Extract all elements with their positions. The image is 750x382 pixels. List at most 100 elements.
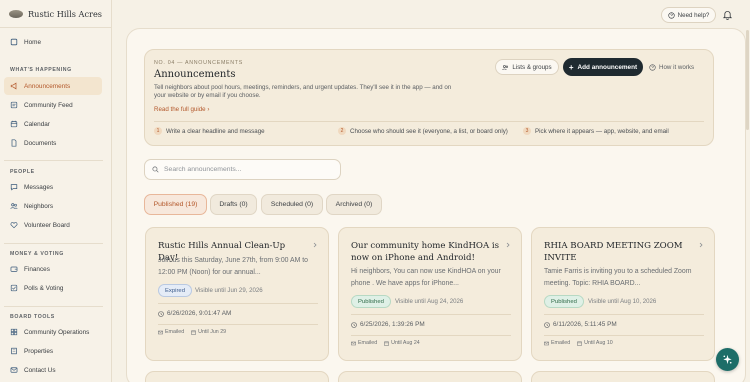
home-icon (10, 38, 18, 46)
lists-groups-button[interactable]: Lists & groups (495, 59, 559, 75)
post-date-text: 6/26/2026, 9:01:47 AM (167, 310, 232, 317)
announcement-card[interactable] (531, 371, 715, 382)
step-text: Write a clear headline and message (166, 127, 265, 135)
divider (4, 160, 103, 161)
sidebar-item-label: Contact Us (24, 366, 56, 374)
page-description: Tell neighbors about pool hours, meeting… (154, 84, 452, 100)
sidebar-item-community-operations[interactable]: Community Operations (4, 323, 102, 341)
divider (544, 335, 704, 336)
chevron-right-icon: › (207, 106, 210, 113)
scrollbar[interactable] (746, 30, 749, 130)
sidebar-item-label: Properties (24, 347, 54, 355)
sidebar-item-label: Calendar (24, 120, 50, 128)
users-icon (502, 64, 509, 70)
divider (4, 306, 103, 307)
announcement-card[interactable]: Our community home KindHOA is now on iPh… (338, 227, 522, 361)
sidebar-item-label: Home (24, 38, 42, 46)
house-logo-icon (9, 9, 23, 18)
sidebar-item-label: Finances (24, 265, 50, 273)
add-announcement-label: Add announcement (577, 63, 638, 71)
step-text: Choose who should see it (everyone, a li… (350, 127, 508, 135)
sidebar-item-label: Community Feed (24, 101, 73, 109)
sidebar-item-label: Messages (24, 183, 54, 191)
tab-drafts[interactable]: Drafts (0) (210, 194, 257, 215)
announcement-card[interactable] (338, 371, 522, 382)
status-badge: Published (351, 295, 391, 308)
tab-archived[interactable]: Archived (0) (326, 194, 382, 215)
post-date: 6/25/2026, 1:39:26 PM (351, 321, 425, 328)
divider (351, 335, 511, 336)
divider (351, 314, 511, 315)
sidebar-item-neighbors[interactable]: Neighbors (4, 197, 102, 215)
tab-published[interactable]: Published (19) (144, 194, 207, 215)
sidebar-item-volunteer-board[interactable]: Volunteer Board (4, 216, 102, 234)
sidebar-item-label: Volunteer Board (24, 221, 70, 229)
announcement-title: Our community home KindHOA is now on iPh… (351, 241, 500, 263)
divider (158, 324, 318, 325)
lists-groups-label: Lists & groups (512, 63, 552, 71)
sidebar-item-contact-us[interactable]: Contact Us (4, 361, 102, 379)
divider (544, 314, 704, 315)
calendar-icon (191, 330, 196, 335)
announcement-card[interactable] (145, 371, 329, 382)
building-icon (10, 347, 18, 355)
search-input[interactable] (164, 166, 334, 173)
status-badge: Published (544, 295, 584, 308)
help-circle-icon (668, 11, 675, 19)
mail-icon (351, 341, 356, 345)
sidebar-item-announcements[interactable]: Announcements (4, 77, 102, 95)
sidebar-item-messages[interactable]: Messages (4, 178, 102, 196)
until-label: Until Aug 10 (584, 340, 613, 346)
chat-icon (10, 183, 18, 191)
section-eyebrow: NO. 04 — ANNOUNCEMENTS (154, 60, 243, 66)
until-label: Until Aug 24 (391, 340, 420, 346)
emailed-label: Emailed (551, 340, 571, 346)
delivery-meta: Emailed Until Aug 24 (351, 340, 420, 346)
divider (158, 303, 318, 304)
post-date: 6/11/2026, 5:11:45 PM (544, 321, 617, 328)
emailed-label: Emailed (165, 329, 185, 335)
calendar-icon (577, 341, 582, 346)
brand-name: Rustic Hills Acres (28, 8, 102, 19)
sidebar-item-finances[interactable]: Finances (4, 260, 102, 278)
assistant-button[interactable] (716, 348, 739, 371)
sidebar-item-community-feed[interactable]: Community Feed (4, 96, 102, 114)
clock-icon (158, 310, 164, 317)
sparkle-icon (723, 354, 732, 365)
wallet-icon (10, 265, 18, 273)
megaphone-icon (10, 82, 18, 90)
need-help-button[interactable]: Need help? (661, 7, 716, 23)
step-3: 3 Pick where it appears — app, website, … (523, 127, 669, 135)
section-heading-people: PEOPLE (10, 169, 35, 175)
tab-scheduled[interactable]: Scheduled (0) (261, 194, 323, 215)
how-it-works-button[interactable]: How it works (649, 59, 703, 75)
mail-icon (10, 366, 18, 374)
sidebar-item-documents[interactable]: Documents (4, 134, 102, 152)
section-heading-happening: WHAT'S HAPPENING (10, 67, 72, 73)
chevron-right-icon (699, 242, 703, 248)
mail-icon (544, 341, 549, 345)
sidebar-item-home[interactable]: Home (4, 33, 102, 51)
mail-icon (158, 330, 163, 334)
help-circle-icon (649, 63, 656, 71)
bell-icon[interactable] (723, 10, 732, 20)
read-guide-label: Read the full guide (154, 106, 206, 113)
grid-icon (10, 328, 18, 336)
sidebar-item-properties[interactable]: Properties (4, 342, 102, 360)
plus-icon: + (568, 62, 574, 72)
clock-icon (351, 321, 357, 328)
announcement-card[interactable]: RHIA BOARD MEETING ZOOM INVITE Tamie Far… (531, 227, 715, 361)
read-guide-link[interactable]: Read the full guide › (154, 106, 209, 113)
announcement-excerpt: Join us this Saturday, June 27th, from 9… (158, 257, 309, 276)
search-box[interactable] (144, 159, 341, 180)
announcement-card[interactable]: Rustic Hills Annual Clean-Up Day! Join u… (145, 227, 329, 361)
add-announcement-button[interactable]: + Add announcement (563, 58, 643, 76)
sidebar-item-calendar[interactable]: Calendar (4, 115, 102, 133)
calendar-icon (384, 341, 389, 346)
step-number: 2 (338, 127, 346, 135)
brand[interactable]: Rustic Hills Acres (0, 0, 111, 28)
calendar-icon (10, 120, 18, 128)
sidebar-item-polls-voting[interactable]: Polls & Voting (4, 279, 102, 297)
sidebar: Rustic Hills Acres Home WHAT'S HAPPENING… (0, 0, 112, 382)
step-number: 1 (154, 127, 162, 135)
